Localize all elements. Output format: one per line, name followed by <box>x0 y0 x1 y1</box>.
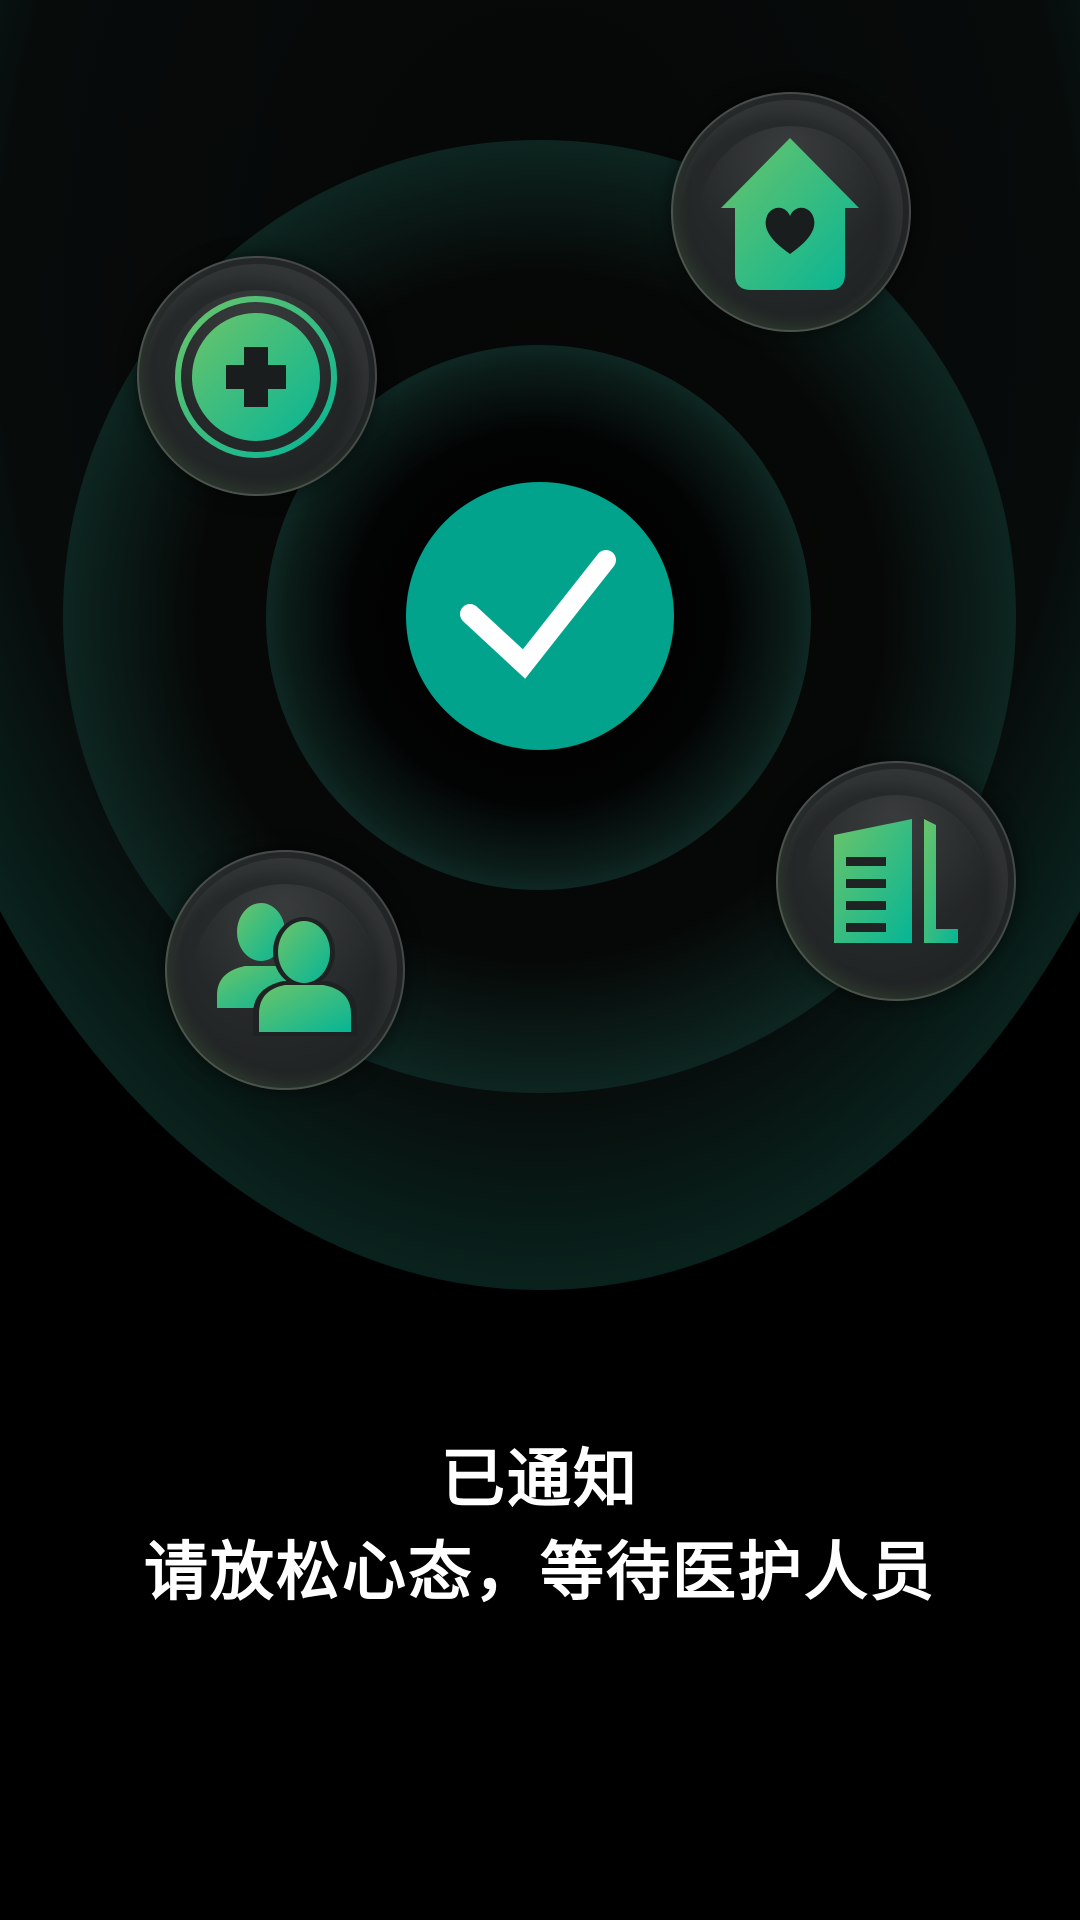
medical-cross-icon <box>175 296 337 458</box>
check-icon <box>460 550 616 679</box>
check-badge <box>406 482 674 750</box>
status-subtitle: 请放松心态，等待医护人员 <box>144 1536 936 1610</box>
building-bubble <box>776 761 1016 1001</box>
building-icon <box>834 819 958 943</box>
medical-bubble <box>137 256 377 496</box>
people-bubble <box>165 850 405 1090</box>
home-bubble <box>671 92 911 332</box>
notification-screen: 已通知 请放松心态，等待医护人员 <box>0 0 1080 1920</box>
status-message: 已通知 请放松心态，等待医护人员 <box>0 1435 1080 1621</box>
home-heart-icon <box>721 138 859 290</box>
status-title: 已通知 <box>441 1443 639 1517</box>
people-icon <box>217 903 357 1036</box>
